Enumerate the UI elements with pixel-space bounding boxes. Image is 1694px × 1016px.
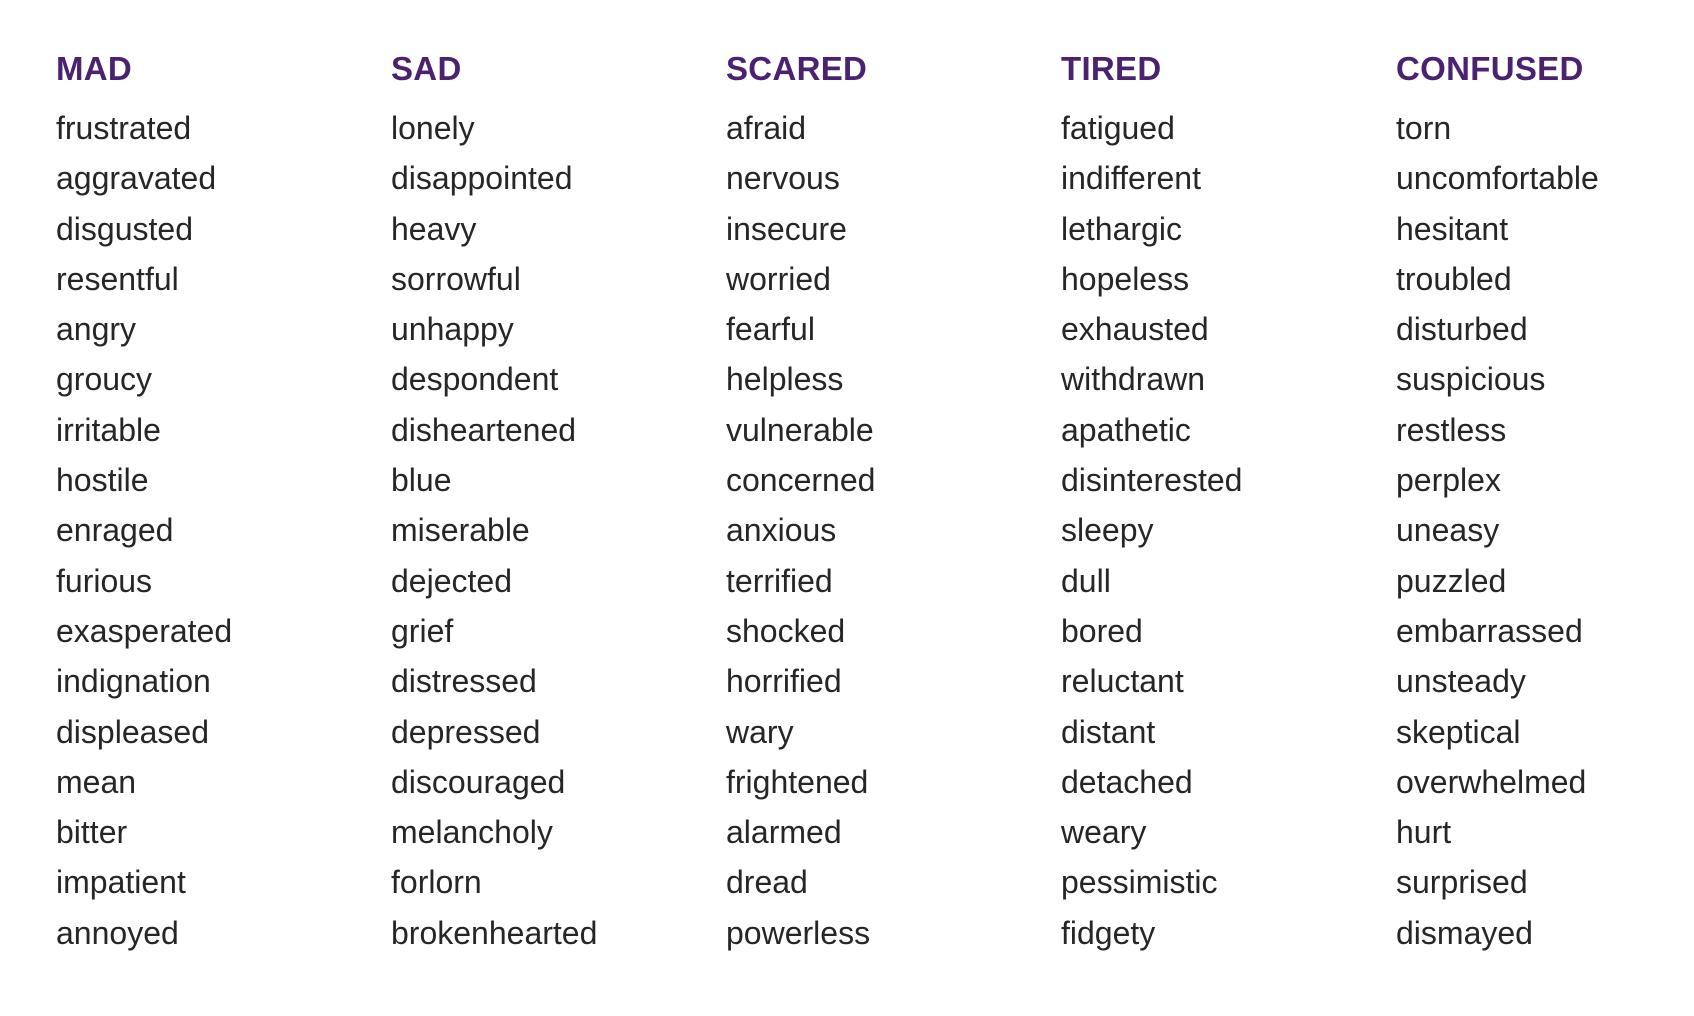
word-item: embarrassed — [1396, 612, 1583, 649]
word-item: disinterested — [1061, 462, 1243, 499]
word-item: melancholy — [391, 814, 553, 851]
column-heading: TIRED — [1061, 50, 1162, 87]
word-item: fearful — [726, 311, 815, 348]
word-list: frustrated aggravated disgusted resentfu… — [56, 108, 232, 963]
word-item: irritable — [56, 411, 161, 448]
word-item: disappointed — [391, 160, 573, 197]
word-item: fidgety — [1061, 914, 1156, 951]
word-item: disturbed — [1396, 311, 1528, 348]
word-item: discouraged — [391, 763, 566, 800]
word-item: worried — [726, 260, 831, 297]
word-item: hostile — [56, 462, 149, 499]
word-item: indignation — [56, 663, 211, 700]
word-item: hurt — [1396, 814, 1452, 851]
word-item: groucy — [56, 361, 153, 398]
word-item: afraid — [726, 110, 807, 146]
word-item: restless — [1396, 411, 1507, 448]
word-item: troubled — [1396, 260, 1512, 297]
word-item: unhappy — [391, 311, 514, 348]
word-item: shocked — [726, 612, 846, 649]
word-item: hesitant — [1396, 210, 1509, 247]
word-item: insecure — [726, 210, 847, 247]
word-item: apathetic — [1061, 411, 1191, 448]
column-heading: SAD — [391, 50, 462, 87]
word-list: torn uncomfortable hesitant troubled dis… — [1396, 108, 1599, 963]
feelings-word-grid: MAD frustrated aggravated disgusted rese… — [0, 0, 1694, 1016]
column-heading: MAD — [56, 50, 133, 87]
word-item: annoyed — [56, 914, 179, 951]
word-item: sorrowful — [391, 260, 521, 297]
word-item: depressed — [391, 713, 541, 750]
word-item: disheartened — [391, 411, 577, 448]
word-item: displeased — [56, 713, 209, 750]
word-item: lonely — [391, 110, 475, 146]
word-item: forlorn — [391, 864, 482, 901]
word-item: angry — [56, 311, 137, 348]
word-item: sleepy — [1061, 512, 1154, 549]
word-item: dread — [726, 864, 808, 901]
word-item: exhausted — [1061, 311, 1209, 348]
word-item: bored — [1061, 612, 1143, 649]
word-item: heavy — [391, 210, 477, 247]
word-item: indifferent — [1061, 160, 1201, 197]
word-item: furious — [56, 562, 153, 599]
word-item: enraged — [56, 512, 174, 549]
word-item: frustrated — [56, 110, 192, 146]
word-item: unsteady — [1396, 663, 1526, 700]
word-item: vulnerable — [726, 411, 874, 448]
word-item: uncomfortable — [1396, 160, 1599, 197]
word-item: brokenhearted — [391, 914, 598, 951]
word-item: impatient — [56, 864, 186, 901]
word-item: miserable — [391, 512, 530, 549]
word-item: disgusted — [56, 210, 193, 247]
word-item: terrified — [726, 562, 833, 599]
word-item: weary — [1061, 814, 1147, 851]
word-item: uneasy — [1396, 512, 1500, 549]
word-item: overwhelmed — [1396, 763, 1587, 800]
word-item: aggravated — [56, 160, 217, 197]
word-list: lonely disappointed heavy sorrowful unha… — [391, 108, 597, 963]
word-item: fatigued — [1061, 110, 1175, 146]
word-item: distant — [1061, 713, 1156, 750]
column-heading: SCARED — [726, 50, 868, 87]
word-item: despondent — [391, 361, 559, 398]
word-item: skeptical — [1396, 713, 1521, 750]
word-item: perplex — [1396, 462, 1501, 499]
word-list: fatigued indifferent lethargic hopeless … — [1061, 108, 1242, 963]
word-item: dejected — [391, 562, 512, 599]
word-item: withdrawn — [1061, 361, 1206, 398]
word-item: nervous — [726, 160, 840, 197]
word-item: dismayed — [1396, 914, 1533, 951]
word-item: dull — [1061, 562, 1111, 599]
word-item: torn — [1396, 110, 1452, 146]
word-item: hopeless — [1061, 260, 1190, 297]
word-item: wary — [726, 713, 794, 750]
word-item: pessimistic — [1061, 864, 1218, 901]
word-item: concerned — [726, 462, 876, 499]
word-list: afraid nervous insecure worried fearful … — [726, 108, 875, 963]
column-heading: CONFUSED — [1396, 50, 1584, 87]
word-item: exasperated — [56, 612, 233, 649]
word-item: alarmed — [726, 814, 842, 851]
word-item: suspicious — [1396, 361, 1546, 398]
word-item: horrified — [726, 663, 842, 700]
word-item: mean — [56, 763, 137, 800]
word-item: bitter — [56, 814, 128, 851]
word-item: anxious — [726, 512, 837, 549]
word-item: distressed — [391, 663, 537, 700]
word-item: lethargic — [1061, 210, 1182, 247]
word-item: frightened — [726, 763, 869, 800]
word-item: puzzled — [1396, 562, 1507, 599]
word-item: resentful — [56, 260, 179, 297]
word-item: detached — [1061, 763, 1193, 800]
word-item: helpless — [726, 361, 844, 398]
word-item: reluctant — [1061, 663, 1184, 700]
word-item: powerless — [726, 914, 871, 951]
word-item: surprised — [1396, 864, 1528, 901]
word-item: grief — [391, 612, 454, 649]
word-item: blue — [391, 462, 452, 499]
